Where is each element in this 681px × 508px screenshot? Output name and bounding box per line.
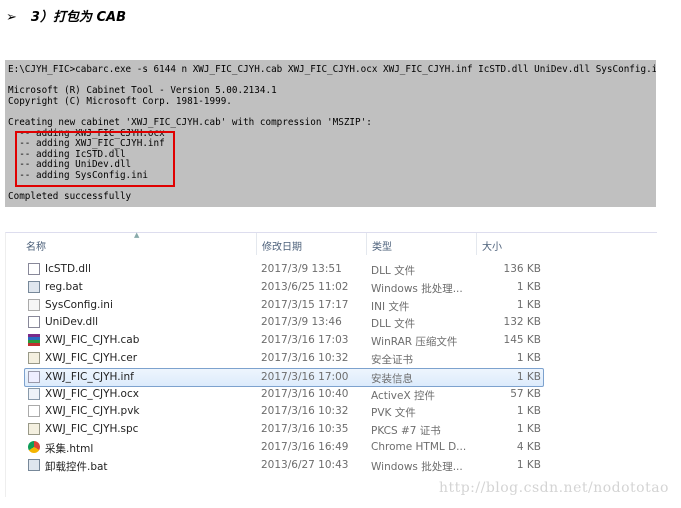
file-row[interactable]: 卸载控件.bat 2013/6/27 10:43 Windows 批处理... … [25,457,543,474]
file-size: 57 KB [510,387,541,400]
dll-icon [28,263,40,275]
file-name: 采集.html [45,443,94,455]
column-type[interactable]: 类型 [372,238,392,253]
file-date: 2017/3/16 16:49 [261,441,349,453]
column-divider[interactable] [366,233,367,255]
file-size: 132 KB [503,316,541,329]
column-date[interactable]: 修改日期 [262,238,302,253]
console-line: E:\CJYH_FIC>cabarc.exe -s 6144 n XWJ_FIC… [8,64,656,75]
file-size: 1 KB [516,280,541,293]
heading-text: 3）打包为 CAB [30,10,126,25]
bullet-arrow-icon: ➢ [6,10,17,25]
ini-icon [28,298,40,311]
file-size: 1 KB [516,423,541,436]
file-date: 2017/3/15 17:17 [261,298,349,311]
file-icon [28,405,40,418]
file-row[interactable]: XWJ_FIC_CJYH.pvk 2017/3/16 10:32 PVK 文件 … [25,403,543,420]
column-name[interactable]: 名称 [26,238,46,253]
file-size: 1 KB [516,352,541,364]
ocx-icon [28,387,40,400]
file-size: 4 KB [516,441,541,453]
file-row[interactable]: SysConfig.ini 2017/3/15 17:17 INI 文件 1 K… [25,297,543,314]
file-date: 2013/6/25 11:02 [261,280,349,293]
file-type: DLL 文件 [371,318,416,331]
file-type: INI 文件 [371,300,410,313]
bat-icon [28,458,40,471]
file-type: Windows 批处理... [371,460,463,473]
file-row[interactable]: IcSTD.dll 2017/3/9 13:51 DLL 文件 136 KB [25,261,543,278]
file-row[interactable]: XWJ_FIC_CJYH.spc 2017/3/16 10:35 PKCS #7… [25,421,543,438]
file-name: UniDev.dll [45,316,99,329]
column-size[interactable]: 大小 [482,238,502,253]
highlight-box [15,131,175,187]
certificate-icon [28,423,40,436]
certificate-icon [28,352,40,364]
file-name: SysConfig.ini [45,298,113,311]
file-date: 2017/3/16 10:35 [261,423,349,436]
file-size: 1 KB [516,298,541,311]
bat-icon [28,280,40,293]
section-heading: ➢ 3）打包为 CAB [6,6,126,25]
file-date: 2017/3/16 17:00 [261,370,349,383]
file-name: IcSTD.dll [45,263,91,275]
file-row[interactable]: UniDev.dll 2017/3/9 13:46 DLL 文件 132 KB [25,314,543,331]
file-type: DLL 文件 [371,265,416,277]
file-type: Windows 批处理... [371,282,463,295]
file-name: XWJ_FIC_CJYH.cab [45,334,140,347]
inf-icon [28,370,40,383]
file-date: 2017/3/16 10:32 [261,352,349,364]
file-type: WinRAR 压缩文件 [371,336,458,349]
file-name: XWJ_FIC_CJYH.inf [45,370,134,383]
console-line: Copyright (C) Microsoft Corp. 1981-1999. [8,95,232,107]
file-row[interactable]: 采集.html 2017/3/16 16:49 Chrome HTML D...… [25,439,543,456]
file-name: XWJ_FIC_CJYH.ocx [45,387,139,400]
watermark: http://blog.csdn.net/nodototao [438,480,669,496]
console-line: Completed successfully [8,191,132,203]
file-type: 安装信息 [371,372,413,385]
file-row[interactable]: XWJ_FIC_CJYH.cab 2017/3/16 17:03 WinRAR … [25,332,543,349]
file-size: 136 KB [503,263,541,275]
sort-arrow-icon: ▲ [134,231,140,239]
file-date: 2017/3/16 10:32 [261,405,349,418]
file-type: PKCS #7 证书 [371,425,441,438]
file-date: 2017/3/9 13:46 [261,316,342,329]
file-name: reg.bat [45,280,83,293]
file-size: 1 KB [516,370,541,383]
file-type: 安全证书 [371,354,413,366]
file-date: 2017/3/16 17:03 [261,334,349,347]
file-size: 145 KB [503,334,541,347]
winrar-icon [28,334,40,347]
column-headers: 名称 ▲ 修改日期 类型 大小 [6,231,657,255]
file-type: Chrome HTML D... [371,441,467,453]
file-name: 卸载控件.bat [45,460,108,473]
file-date: 2017/3/9 13:51 [261,263,342,275]
file-name: XWJ_FIC_CJYH.spc [45,423,139,436]
file-type: PVK 文件 [371,407,416,420]
file-row[interactable]: XWJ_FIC_CJYH.inf 2017/3/16 17:00 安装信息 1 … [24,367,544,387]
dll-icon [28,316,40,329]
console-line: Creating new cabinet 'XWJ_FIC_CJYH.cab' … [8,116,372,128]
file-date: 2017/3/16 10:40 [261,387,349,400]
file-size: 1 KB [516,405,541,418]
file-name: XWJ_FIC_CJYH.cer [45,352,138,364]
column-divider[interactable] [476,233,477,255]
file-date: 2013/6/27 10:43 [261,458,349,471]
file-name: XWJ_FIC_CJYH.pvk [45,405,140,418]
file-row[interactable]: XWJ_FIC_CJYH.cer 2017/3/16 10:32 安全证书 1 … [25,350,543,367]
file-type: ActiveX 控件 [371,389,436,402]
column-divider[interactable] [256,233,257,255]
chrome-icon [28,441,40,453]
file-list: 名称 ▲ 修改日期 类型 大小 IcSTD.dll 2017/3/9 13:51… [5,231,657,497]
file-row[interactable]: XWJ_FIC_CJYH.ocx 2017/3/16 10:40 ActiveX… [25,386,543,403]
file-size: 1 KB [516,458,541,471]
file-row[interactable]: reg.bat 2013/6/25 11:02 Windows 批处理... 1… [25,279,543,296]
